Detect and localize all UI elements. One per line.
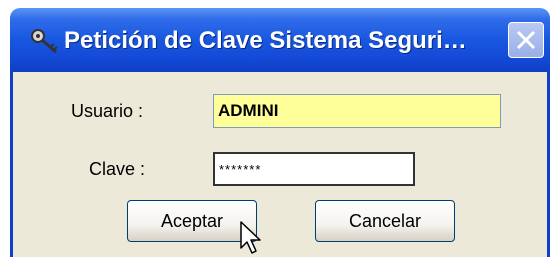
user-field[interactable] — [213, 94, 501, 128]
password-field[interactable] — [213, 152, 415, 186]
accept-button[interactable]: Aceptar — [127, 200, 257, 242]
window-title: Petición de Clave Sistema Seguri… — [64, 27, 467, 54]
key-icon — [28, 24, 62, 56]
password-label: Clave : — [89, 159, 146, 179]
login-dialog: Petición de Clave Sistema Seguri… Usuari… — [10, 8, 550, 257]
title-bar[interactable]: Petición de Clave Sistema Seguri… — [10, 8, 550, 72]
dialog-body: Usuario : Clave : Aceptar Cancelar — [10, 72, 550, 257]
close-button[interactable] — [508, 22, 544, 58]
user-label: Usuario : — [71, 101, 144, 121]
cancel-button[interactable]: Cancelar — [315, 200, 455, 242]
mouse-pointer-icon — [239, 220, 267, 261]
